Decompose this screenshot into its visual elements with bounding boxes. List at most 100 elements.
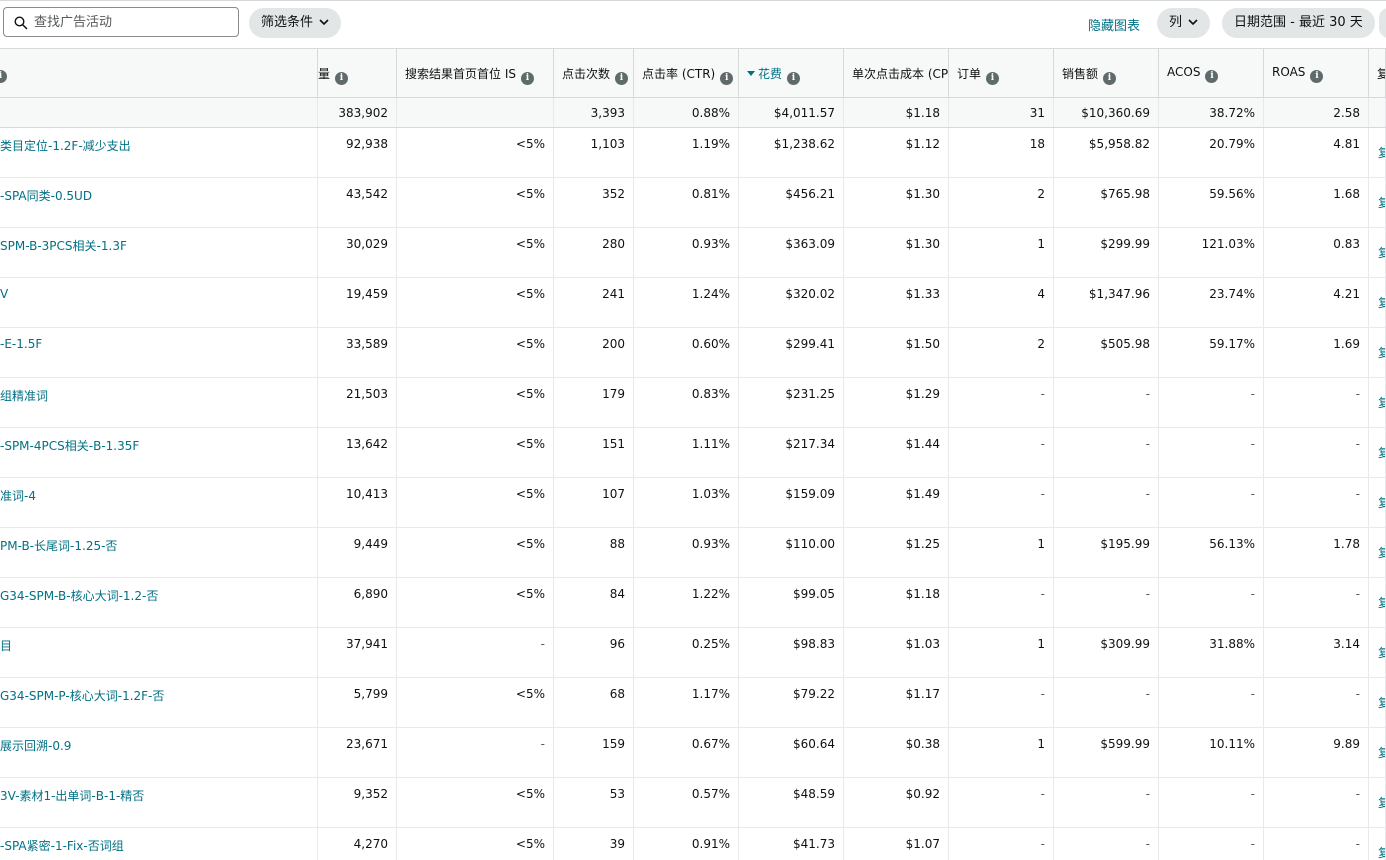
cell-acos: -	[1159, 828, 1264, 860]
header-roas[interactable]: ROAS i	[1264, 49, 1369, 97]
header-acos[interactable]: ACOS i	[1159, 49, 1264, 97]
campaign-name-link[interactable]: SPM-B-3PCS相关-1.3F	[0, 228, 318, 277]
cell-clicks: 107	[554, 478, 634, 527]
campaign-name-link[interactable]: 目	[0, 628, 318, 677]
info-icon[interactable]: i	[720, 72, 734, 85]
header-spend[interactable]: 花费 i	[739, 49, 844, 97]
cell-acos: -	[1159, 778, 1264, 827]
table-row: 展示回溯-0.9 23,671-159 0.67% $60.64 $0.38 1 $599.…	[0, 728, 1386, 778]
cell-roas: -	[1264, 828, 1369, 860]
info-icon[interactable]: i	[1103, 72, 1117, 85]
cell-spend: $79.22	[739, 678, 844, 727]
row-action-link[interactable]: 复	[1369, 378, 1386, 427]
table-row: 目 37,941-96 0.25% $98.83 $1.03 1 $309.99 31.88%…	[0, 628, 1386, 678]
campaign-name-link[interactable]: 3V-素材1-出单词-B-1-精否	[0, 778, 318, 827]
row-action-link[interactable]: 复	[1369, 778, 1386, 827]
cell-cpc: $0.38	[844, 728, 949, 777]
cell-spend: $217.34	[739, 428, 844, 477]
totals-sales: $10,360.69	[1054, 98, 1159, 127]
row-action-link[interactable]: 复	[1369, 328, 1386, 377]
cell-spend: $456.21	[739, 178, 844, 227]
search-box[interactable]	[3, 7, 239, 37]
totals-clicks: 3,393	[554, 98, 634, 127]
cell-roas: -	[1264, 478, 1369, 527]
chevron-down-icon	[1188, 19, 1198, 26]
cell-spend: $98.83	[739, 628, 844, 677]
row-action-link[interactable]: 复	[1369, 728, 1386, 777]
campaign-name-link[interactable]: 类目定位-1.2F-减少支出	[0, 128, 318, 177]
campaign-name-link[interactable]: V	[0, 278, 318, 327]
row-action-link[interactable]: 复	[1369, 678, 1386, 727]
header-top-is[interactable]: 搜索结果首页首位 IS i	[397, 49, 554, 97]
campaign-name-link[interactable]: -E-1.5F	[0, 328, 318, 377]
campaign-name-link[interactable]: -SPA紧密-1-Fix-否词组	[0, 828, 318, 860]
filter-label: 筛选条件	[261, 15, 314, 30]
campaign-name-link[interactable]: -SPM-4PCS相关-B-1.35F	[0, 428, 318, 477]
cell-roas: 4.81	[1264, 128, 1369, 177]
cell-orders: 1	[949, 528, 1054, 577]
cell-roas: 1.69	[1264, 328, 1369, 377]
header-orders[interactable]: 订单 i	[949, 49, 1054, 97]
campaign-name-link[interactable]: 准词-4	[0, 478, 318, 527]
info-icon[interactable]: i	[615, 72, 629, 85]
cell-sales: $309.99	[1054, 628, 1159, 677]
header-clicks[interactable]: 点击次数 i	[554, 49, 634, 97]
hide-chart-link[interactable]: 隐藏图表	[1088, 15, 1140, 34]
table-row: G34-SPM-P-核心大词-1.2F-否 5,799 <5% 68 1.17% $79.…	[0, 678, 1386, 728]
columns-button[interactable]: 列	[1157, 8, 1211, 38]
info-icon[interactable]: i	[986, 72, 1000, 85]
row-action-link[interactable]: 复	[1369, 578, 1386, 627]
cell-spend: $60.64	[739, 728, 844, 777]
totals-action	[1369, 98, 1386, 127]
header-sales[interactable]: 销售额 i	[1054, 49, 1159, 97]
row-action-link[interactable]: 复	[1369, 228, 1386, 277]
cell-spend: $99.05	[739, 578, 844, 627]
cell-spend: $363.09	[739, 228, 844, 277]
campaign-name-link[interactable]: G34-SPM-P-核心大词-1.2F-否	[0, 678, 318, 727]
cell-clicks: 39	[554, 828, 634, 860]
more-button[interactable]	[1379, 8, 1386, 38]
row-action-link[interactable]: 复	[1369, 478, 1386, 527]
cell-top-is: <5%	[397, 378, 554, 427]
row-action-link[interactable]: 复	[1369, 178, 1386, 227]
info-icon[interactable]: i	[0, 70, 7, 83]
filter-button[interactable]: 筛选条件	[249, 8, 342, 38]
cell-acos: -	[1159, 678, 1264, 727]
cell-roas: 1.78	[1264, 528, 1369, 577]
cell-roas: 4.21	[1264, 278, 1369, 327]
cell-ctr: 1.11%	[634, 428, 739, 477]
campaign-name-link[interactable]: PM-B-长尾词-1.25-否	[0, 528, 318, 577]
info-icon[interactable]: i	[787, 72, 801, 85]
row-action-link[interactable]: 复	[1369, 428, 1386, 477]
header-impressions[interactable]: ຶ量 i	[318, 49, 397, 97]
header-cpc[interactable]: 单次点击成本 (CPC)	[844, 49, 949, 97]
cell-spend: $48.59	[739, 778, 844, 827]
info-icon[interactable]: i	[1310, 70, 1324, 83]
header-campaign[interactable]: i	[0, 49, 318, 97]
info-icon[interactable]: i	[1205, 70, 1219, 83]
date-range-button[interactable]: 日期范围 - 最近 30 天	[1222, 8, 1375, 38]
cell-impressions: 19,459	[318, 278, 397, 327]
cell-spend: $231.25	[739, 378, 844, 427]
row-action-link[interactable]: 复	[1369, 128, 1386, 177]
cell-cpc: $1.30	[844, 228, 949, 277]
campaign-name-link[interactable]: 组精准词	[0, 378, 318, 427]
header-action[interactable]: 复	[1369, 49, 1386, 97]
cell-orders: 2	[949, 328, 1054, 377]
cell-cpc: $1.49	[844, 478, 949, 527]
info-icon[interactable]: i	[335, 72, 349, 85]
campaign-name-link[interactable]: 展示回溯-0.9	[0, 728, 318, 777]
campaign-name-link[interactable]: G34-SPM-B-核心大词-1.2-否	[0, 578, 318, 627]
search-input[interactable]	[34, 12, 230, 32]
cell-sales: -	[1054, 378, 1159, 427]
row-action-link[interactable]: 复	[1369, 628, 1386, 677]
row-action-link[interactable]: 复	[1369, 528, 1386, 577]
row-action-link[interactable]: 复	[1369, 828, 1386, 860]
cell-top-is: <5%	[397, 328, 554, 377]
campaign-name-link[interactable]: -SPA同类-0.5UD	[0, 178, 318, 227]
cell-sales: -	[1054, 828, 1159, 860]
header-ctr[interactable]: 点击率 (CTR) i	[634, 49, 739, 97]
cell-sales: -	[1054, 778, 1159, 827]
info-icon[interactable]: i	[520, 72, 534, 85]
row-action-link[interactable]: 复	[1369, 278, 1386, 327]
